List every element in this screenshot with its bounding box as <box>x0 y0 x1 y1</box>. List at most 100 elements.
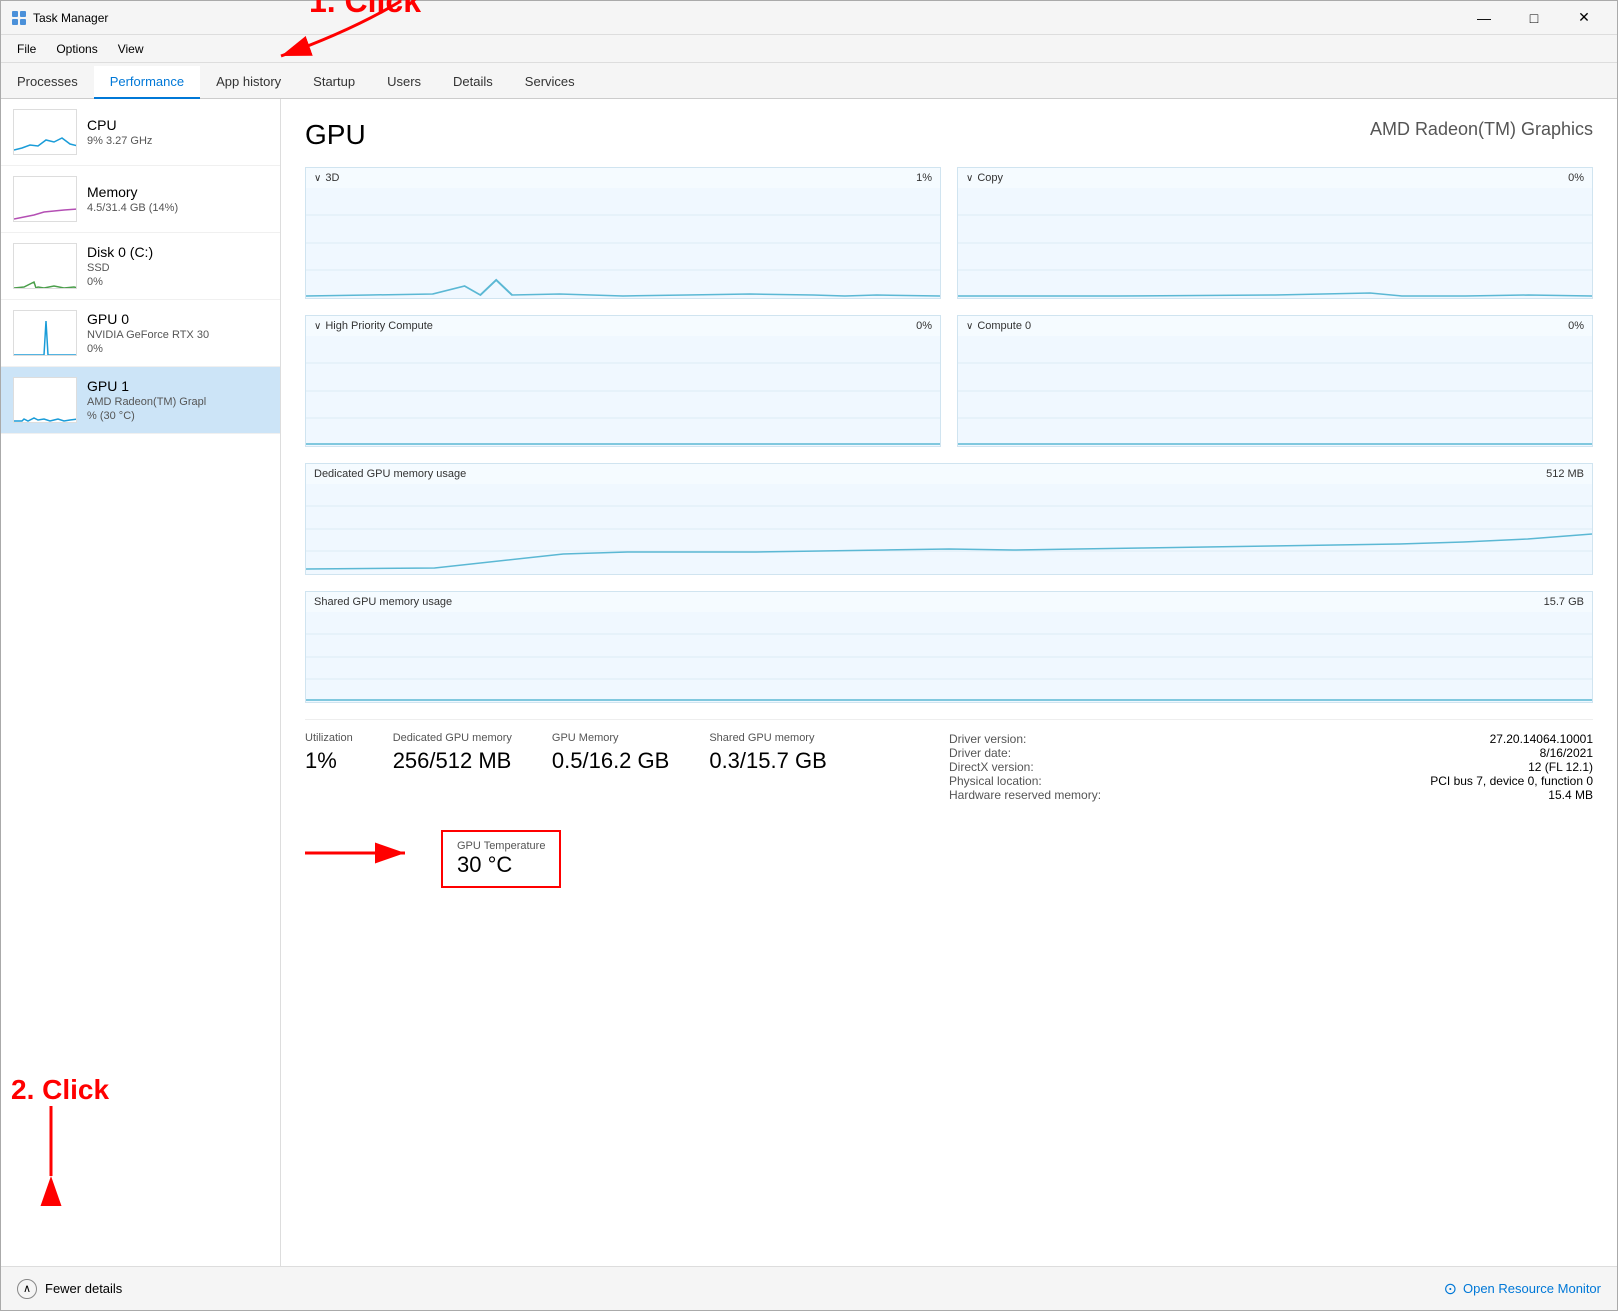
driver-val-0: 27.20.14064.10001 <box>1490 732 1593 746</box>
open-resource-monitor-link[interactable]: Open Resource Monitor <box>1463 1281 1601 1296</box>
sidebar-item-cpu[interactable]: CPU 9% 3.27 GHz <box>1 99 280 166</box>
cpu-label: CPU <box>87 117 152 133</box>
chart-dedicated-gpu-mem: Dedicated GPU memory usage 512 MB <box>305 463 1593 575</box>
chart-dedicated-name: Dedicated GPU memory usage <box>314 468 466 480</box>
tab-services[interactable]: Services <box>509 66 591 99</box>
gpu1-sub1: AMD Radeon(TM) Grapl <box>87 396 206 408</box>
sidebar-item-gpu1[interactable]: GPU 1 AMD Radeon(TM) Grapl % (30 °C) <box>1 367 280 434</box>
menu-options[interactable]: Options <box>46 38 107 60</box>
gpu-title: GPU <box>305 119 366 151</box>
cpu-info: CPU 9% 3.27 GHz <box>87 117 152 147</box>
temp-arrow <box>305 828 425 878</box>
chevron-down-icon: ∨ <box>314 173 321 184</box>
cpu-thumb <box>13 109 77 155</box>
menu-file[interactable]: File <box>7 38 46 60</box>
disk0-info: Disk 0 (C:) SSD 0% <box>87 244 153 288</box>
disk0-label: Disk 0 (C:) <box>87 244 153 260</box>
stat-ded-value: 256/512 MB <box>393 748 512 774</box>
stat-shared-mem: Shared GPU memory 0.3/15.7 GB <box>709 732 826 802</box>
driver-val-4: 15.4 MB <box>1548 788 1593 802</box>
gpu0-info: GPU 0 NVIDIA GeForce RTX 30 0% <box>87 311 209 355</box>
chart-c0-body <box>958 336 1592 446</box>
chart-c0-name: Compute 0 <box>977 320 1031 332</box>
sidebar-item-gpu0[interactable]: GPU 0 NVIDIA GeForce RTX 30 0% <box>1 300 280 367</box>
gpu0-sub2: 0% <box>87 343 209 355</box>
tab-details[interactable]: Details <box>437 66 509 99</box>
memory-sub: 4.5/31.4 GB (14%) <box>87 202 178 214</box>
stat-smem-label: Shared GPU memory <box>709 732 826 744</box>
chart-shared-gpu-mem: Shared GPU memory usage 15.7 GB <box>305 591 1593 703</box>
chart-high-priority: ∨ High Priority Compute 0% <box>305 315 941 447</box>
driver-info-section: Driver version: 27.20.14064.10001 Driver… <box>949 732 1593 802</box>
stat-gmem-label: GPU Memory <box>552 732 669 744</box>
driver-row-2: DirectX version: 12 (FL 12.1) <box>949 760 1593 774</box>
tab-startup[interactable]: Startup <box>297 66 371 99</box>
chart-dedicated-body <box>306 484 1592 574</box>
driver-val-1: 8/16/2021 <box>1540 746 1593 760</box>
gpu-header: GPU AMD Radeon(TM) Graphics <box>305 119 1593 151</box>
stat-gmem-value: 0.5/16.2 GB <box>552 748 669 774</box>
chevron-up-icon: ∧ <box>17 1279 37 1299</box>
gpu0-label: GPU 0 <box>87 311 209 327</box>
minimize-button[interactable]: — <box>1461 4 1507 32</box>
close-button[interactable]: ✕ <box>1561 4 1607 32</box>
title-bar: Task Manager 1. Click — □ ✕ <box>1 1 1617 35</box>
tab-processes[interactable]: Processes <box>1 66 94 99</box>
title-controls: — □ ✕ <box>1461 4 1607 32</box>
chart-dedicated-value: 512 MB <box>1546 468 1584 480</box>
charts-row-1: ∨ 3D 1% <box>305 167 1593 299</box>
monitor-icon: ⊙ <box>1444 1279 1457 1299</box>
task-manager-window: Task Manager 1. Click — □ ✕ File Options <box>0 0 1618 1311</box>
chart-hp-body <box>306 336 940 446</box>
gpu-temp-label: GPU Temperature <box>457 840 545 852</box>
content-area: GPU AMD Radeon(TM) Graphics ∨ 3D 1% <box>281 99 1617 1266</box>
tab-performance[interactable]: Performance <box>94 66 200 99</box>
chart-3d-pct: 1% <box>916 172 932 184</box>
bottom-bar: ∧ Fewer details ⊙ Open Resource Monitor <box>1 1266 1617 1310</box>
stat-ded-label: Dedicated GPU memory <box>393 732 512 744</box>
chart-shared-label: Shared GPU memory usage 15.7 GB <box>306 592 1592 612</box>
sidebar-item-disk0[interactable]: Disk 0 (C:) SSD 0% <box>1 233 280 300</box>
gpu1-sub2: % (30 °C) <box>87 410 206 422</box>
fewer-details-btn[interactable]: ∧ Fewer details <box>17 1279 122 1299</box>
app-icon <box>11 10 27 26</box>
chart-copy-body <box>958 188 1592 298</box>
chart-3d-name: 3D <box>325 172 339 184</box>
driver-key-3: Physical location: <box>949 774 1042 788</box>
annotation-click1: 1. Click <box>309 0 421 20</box>
chevron-down-icon-hp: ∨ <box>314 321 321 332</box>
sidebar-item-memory[interactable]: Memory 4.5/31.4 GB (14%) <box>1 166 280 233</box>
chevron-down-icon-c0: ∨ <box>966 321 973 332</box>
main-content: 2. Click <box>1 99 1617 1266</box>
memory-info: Memory 4.5/31.4 GB (14%) <box>87 184 178 214</box>
sidebar: 2. Click <box>1 99 281 1266</box>
maximize-button[interactable]: □ <box>1511 4 1557 32</box>
stat-smem-value: 0.3/15.7 GB <box>709 748 826 774</box>
menu-bar: File Options View <box>1 35 1617 63</box>
driver-row-1: Driver date: 8/16/2021 <box>949 746 1593 760</box>
gpu1-info: GPU 1 AMD Radeon(TM) Grapl % (30 °C) <box>87 378 206 422</box>
chart-c0-label: ∨ Compute 0 0% <box>958 316 1592 336</box>
chart-3d-label: ∨ 3D 1% <box>306 168 940 188</box>
stats-section: Utilization 1% Dedicated GPU memory 256/… <box>305 719 1593 802</box>
memory-thumb <box>13 176 77 222</box>
tab-app-history[interactable]: App history <box>200 66 297 99</box>
gpu1-thumb <box>13 377 77 423</box>
driver-key-2: DirectX version: <box>949 760 1034 774</box>
menu-view[interactable]: View <box>108 38 154 60</box>
driver-val-3: PCI bus 7, device 0, function 0 <box>1430 774 1593 788</box>
chart-c0-pct: 0% <box>1568 320 1584 332</box>
gpu-subtitle: AMD Radeon(TM) Graphics <box>1370 119 1593 140</box>
gpu0-sub1: NVIDIA GeForce RTX 30 <box>87 329 209 341</box>
stat-gpu-memory: GPU Memory 0.5/16.2 GB <box>552 732 669 802</box>
chart-copy-label: ∨ Copy 0% <box>958 168 1592 188</box>
tab-users[interactable]: Users <box>371 66 437 99</box>
gpu-temp-section: GPU Temperature 30 °C <box>305 818 1593 888</box>
chart-hp-name: High Priority Compute <box>325 320 433 332</box>
window-title: Task Manager <box>33 11 108 25</box>
chart-3d-body <box>306 188 940 298</box>
chart-copy: ∨ Copy 0% <box>957 167 1593 299</box>
gpu-temp-box: GPU Temperature 30 °C <box>441 830 561 888</box>
memory-label: Memory <box>87 184 178 200</box>
chevron-down-icon-copy: ∨ <box>966 173 973 184</box>
